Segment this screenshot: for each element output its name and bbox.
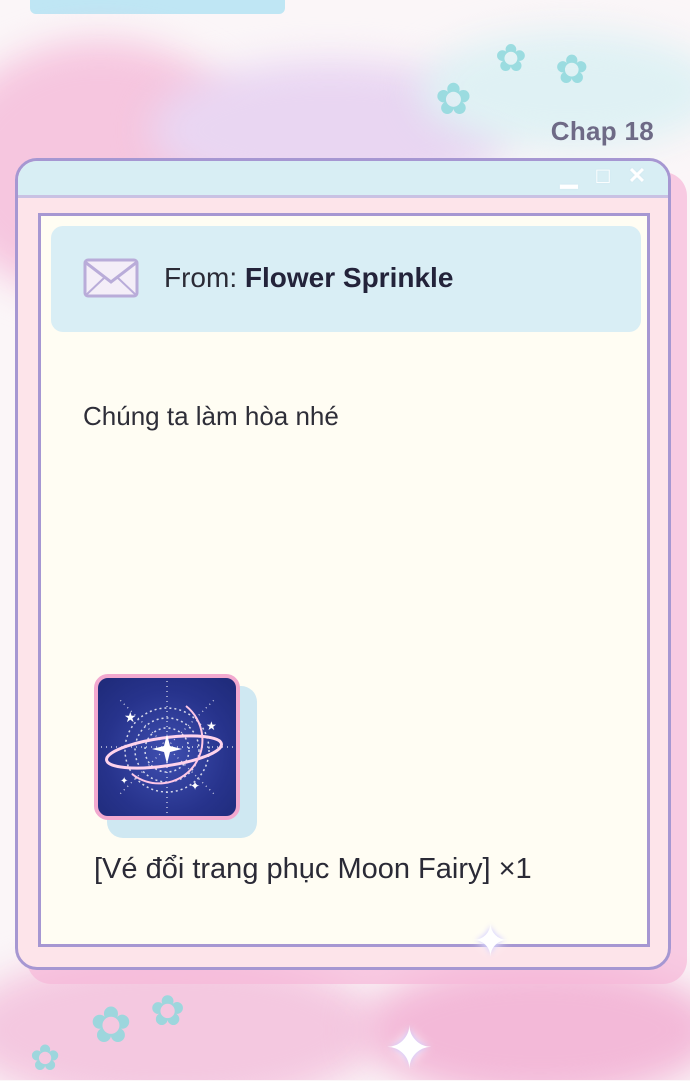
close-icon[interactable]: ✕ [622, 163, 652, 189]
sender-name: Flower Sprinkle [244, 262, 454, 293]
item-caption: [Vé đổi trang phục Moon Fairy] ×1 [94, 853, 532, 885]
sparkle-icon: ✦ [472, 917, 509, 966]
window-controls: ▁ □ ✕ [554, 163, 652, 189]
message-window: ▁ □ ✕ From: Flower Sprinkle Chúng ta làm… [15, 158, 671, 970]
flower-icon: ✿ [30, 1037, 61, 1078]
moon-fairy-ticket-icon[interactable]: ★ ★ ✦ ✦ [94, 674, 240, 820]
message-content: From: Flower Sprinkle Chúng ta làm hòa n… [38, 213, 650, 947]
moon-icon: ★ ★ ✦ ✦ [98, 678, 236, 816]
flower-icon: ✿ [90, 997, 132, 1053]
chapter-label: Chap 18 [550, 116, 654, 146]
minimize-icon[interactable]: ▁ [554, 163, 584, 189]
flower-icon: ✿ [150, 987, 186, 1034]
message-body: Chúng ta làm hòa nhé [83, 401, 339, 431]
sparkle-icon: ✦ [385, 1016, 434, 1081]
maximize-icon[interactable]: □ [588, 163, 618, 189]
svg-text:★: ★ [206, 719, 217, 733]
from-header: From: Flower Sprinkle [51, 226, 641, 332]
flower-icon: ✿ [435, 75, 472, 124]
envelope-icon [83, 258, 139, 298]
from-line: From: Flower Sprinkle [164, 262, 453, 294]
from-label: From: [164, 262, 245, 293]
window-titlebar: ▁ □ ✕ [18, 161, 668, 198]
top-decoration-bar [30, 0, 285, 14]
flower-icon: ✿ [495, 38, 527, 80]
svg-text:✦: ✦ [120, 776, 128, 787]
flower-icon: ✿ [555, 48, 589, 92]
svg-text:✦: ✦ [190, 779, 200, 793]
svg-text:★: ★ [124, 710, 137, 726]
